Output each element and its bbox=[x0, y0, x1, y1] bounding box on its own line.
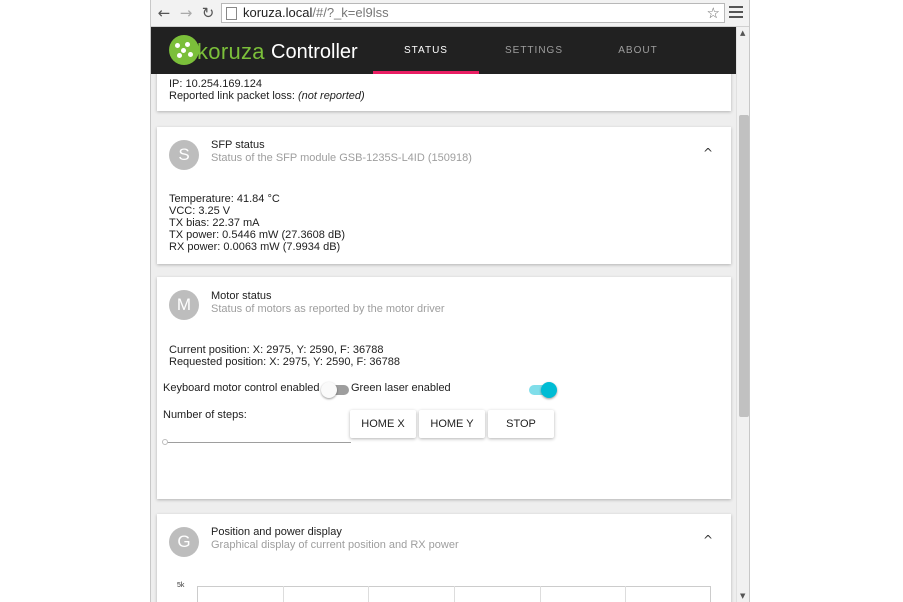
page-icon bbox=[226, 7, 237, 20]
url-host: koruza.local bbox=[243, 5, 313, 20]
position-power-chart bbox=[197, 586, 711, 602]
forward-icon[interactable]: → bbox=[177, 4, 195, 22]
scroll-down-arrow-icon[interactable]: ▼ bbox=[740, 592, 745, 600]
green-laser-toggle[interactable] bbox=[529, 382, 557, 398]
sfp-avatar: S bbox=[169, 140, 199, 170]
packet-loss-line: Reported link packet loss: (not reported… bbox=[169, 90, 365, 102]
ip-address: IP: 10.254.169.124 bbox=[169, 78, 262, 90]
home-x-button[interactable]: HOME X bbox=[350, 410, 416, 438]
keyboard-control-toggle[interactable] bbox=[321, 382, 349, 398]
bookmark-star-icon[interactable]: ☆ bbox=[707, 4, 720, 22]
sfp-tx-bias: TX bias: 22.37 mA bbox=[169, 217, 260, 229]
scrollbar-thumb[interactable] bbox=[739, 115, 749, 417]
graph-avatar: G bbox=[169, 527, 199, 557]
requested-position: Requested position: X: 2975, Y: 2590, F:… bbox=[169, 356, 400, 368]
green-laser-label: Green laser enabled bbox=[351, 382, 451, 394]
graph-card-title: Position and power display bbox=[211, 526, 342, 538]
home-y-button[interactable]: HOME Y bbox=[419, 410, 485, 438]
steps-slider-thumb[interactable] bbox=[162, 439, 168, 445]
sfp-vcc: VCC: 3.25 V bbox=[169, 205, 231, 217]
koruza-logo-icon bbox=[169, 35, 199, 65]
graph-card-subtitle: Graphical display of current position an… bbox=[211, 539, 459, 551]
tab-settings[interactable]: SETTINGS bbox=[481, 27, 587, 74]
address-bar[interactable]: koruza.local/#/?_k=el9lss ☆ bbox=[221, 3, 725, 23]
browser-toolbar: ← → ↻ koruza.local/#/?_k=el9lss ☆ bbox=[151, 0, 749, 27]
sfp-temperature: Temperature: 41.84 °C bbox=[169, 193, 280, 205]
sfp-card-subtitle: Status of the SFP module GSB-1235S-L4ID … bbox=[211, 152, 472, 164]
collapse-chevron-icon[interactable]: ^ bbox=[703, 533, 713, 547]
url-path: /#/?_k=el9lss bbox=[312, 5, 389, 20]
stop-button[interactable]: STOP bbox=[488, 410, 554, 438]
network-card: IP: 10.254.169.124 Reported link packet … bbox=[157, 74, 731, 111]
app-header: koruza Controller STATUS SETTINGS ABOUT bbox=[151, 27, 736, 74]
browser-menu-icon[interactable] bbox=[729, 6, 743, 20]
reload-icon[interactable]: ↻ bbox=[199, 4, 217, 22]
brand-name: koruza bbox=[197, 39, 265, 64]
back-icon[interactable]: ← bbox=[155, 4, 173, 22]
main-content: IP: 10.254.169.124 Reported link packet … bbox=[151, 74, 736, 602]
browser-window: ← → ↻ koruza.local/#/?_k=el9lss ☆ koruza… bbox=[150, 0, 750, 602]
page-scrollbar[interactable]: ▲ ▼ bbox=[736, 27, 749, 602]
tab-status[interactable]: STATUS bbox=[373, 27, 479, 74]
sfp-card-title: SFP status bbox=[211, 139, 265, 151]
keyboard-control-label: Keyboard motor control enabled bbox=[163, 382, 320, 394]
tab-about[interactable]: ABOUT bbox=[585, 27, 691, 74]
app-title: Controller bbox=[271, 41, 358, 63]
motor-card-subtitle: Status of motors as reported by the moto… bbox=[211, 303, 445, 315]
address-url: koruza.local/#/?_k=el9lss bbox=[243, 4, 389, 22]
sfp-rx-power: RX power: 0.0063 mW (7.9934 dB) bbox=[169, 241, 341, 253]
scroll-up-arrow-icon[interactable]: ▲ bbox=[740, 29, 745, 37]
packet-loss-label: Reported link packet loss: bbox=[169, 90, 295, 102]
sfp-tx-power: TX power: 0.5446 mW (27.3608 dB) bbox=[169, 229, 346, 241]
sfp-status-card: S SFP status Status of the SFP module GS… bbox=[157, 127, 731, 264]
position-power-card: G Position and power display Graphical d… bbox=[157, 514, 731, 602]
motor-card-title: Motor status bbox=[211, 290, 272, 302]
motor-status-card: M Motor status Status of motors as repor… bbox=[157, 277, 731, 499]
collapse-chevron-icon[interactable]: ^ bbox=[703, 146, 713, 160]
current-position: Current position: X: 2975, Y: 2590, F: 3… bbox=[169, 344, 384, 356]
chart-axis-top-label: 5k bbox=[177, 582, 185, 589]
packet-loss-value: (not reported) bbox=[298, 90, 365, 102]
steps-slider[interactable] bbox=[162, 439, 351, 445]
motor-avatar: M bbox=[169, 290, 199, 320]
steps-label: Number of steps: bbox=[163, 409, 247, 421]
